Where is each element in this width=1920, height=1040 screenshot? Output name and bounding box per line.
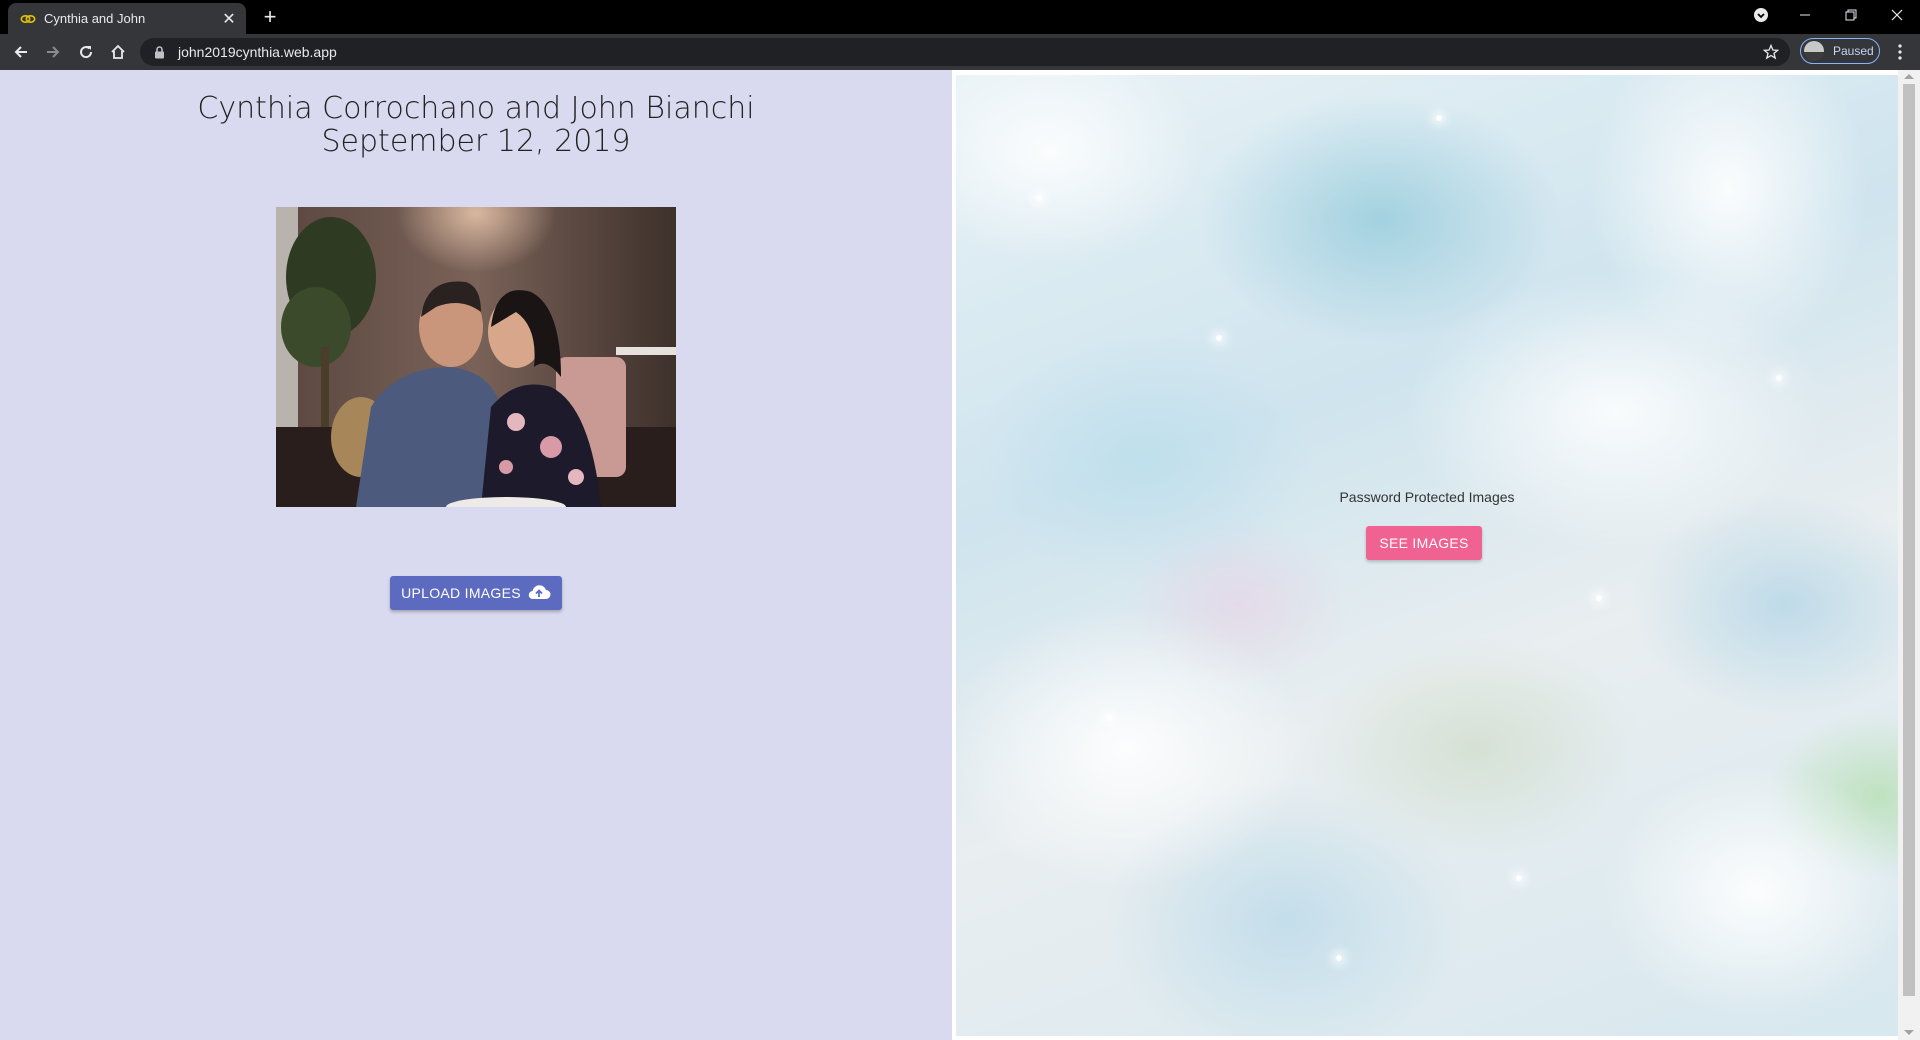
forward-icon[interactable] <box>41 40 65 64</box>
scrollbar[interactable] <box>1898 70 1920 1040</box>
profile-status: Paused <box>1833 44 1874 58</box>
sparkle-decoration <box>1436 115 1442 121</box>
sparkle-decoration <box>1336 955 1342 961</box>
cloud-upload-icon <box>527 583 551 604</box>
new-tab-icon[interactable]: + <box>258 4 282 29</box>
close-tab-icon[interactable]: ✕ <box>218 8 240 30</box>
couple-photo <box>276 207 676 507</box>
page-viewport: Cynthia Corrochano and John Bianchi Sept… <box>0 70 1920 1040</box>
reload-icon[interactable] <box>74 40 98 64</box>
lock-icon <box>154 45 166 59</box>
couple-names: Cynthia Corrochano and John Bianchi <box>197 91 755 126</box>
sparkle-decoration <box>1776 375 1782 381</box>
bookmark-star-icon[interactable] <box>1762 43 1780 61</box>
tab-active[interactable]: Cynthia and John ✕ <box>8 3 246 34</box>
sparkle-decoration <box>1516 875 1522 881</box>
password-protected-label: Password Protected Images <box>1339 489 1515 505</box>
sparkle-decoration <box>1106 715 1112 721</box>
back-icon[interactable] <box>9 40 33 64</box>
upload-button-label: UPLOAD IMAGES <box>401 585 521 601</box>
browser-toolbar: john2019cynthia.web.app Paused <box>0 34 1920 70</box>
page-title: Cynthia Corrochano and John Bianchi Sept… <box>0 92 952 158</box>
url-text: john2019cynthia.web.app <box>178 44 337 60</box>
sparkle-decoration <box>1596 595 1602 601</box>
profile-button[interactable]: Paused <box>1800 38 1880 64</box>
avatar <box>1804 41 1824 61</box>
sparkle-decoration <box>1036 195 1042 201</box>
scrollbar-thumb[interactable] <box>1903 84 1915 996</box>
rings-icon <box>20 11 36 27</box>
tab-strip: Cynthia and John ✕ + <box>0 0 1920 34</box>
scroll-up-icon[interactable] <box>1904 74 1914 79</box>
tab-search-icon[interactable] <box>1738 0 1784 30</box>
upload-images-button[interactable]: UPLOAD IMAGES <box>390 576 562 610</box>
restore-icon[interactable] <box>1828 0 1874 30</box>
address-bar[interactable]: john2019cynthia.web.app <box>140 38 1790 66</box>
sparkle-decoration <box>1216 335 1222 341</box>
see-images-button[interactable]: SEE IMAGES <box>1366 526 1482 560</box>
close-window-icon[interactable] <box>1874 0 1920 30</box>
wedding-date: September 12, 2019 <box>321 124 631 159</box>
home-icon[interactable] <box>106 40 130 64</box>
scroll-down-icon[interactable] <box>1904 1030 1914 1035</box>
minimize-icon[interactable] <box>1782 0 1828 30</box>
right-panel: Password Protected Images SEE IMAGES <box>952 70 1898 1036</box>
left-panel: Cynthia Corrochano and John Bianchi Sept… <box>0 70 952 1040</box>
menu-kebab-icon[interactable] <box>1888 40 1912 64</box>
tab-title: Cynthia and John <box>44 11 146 26</box>
